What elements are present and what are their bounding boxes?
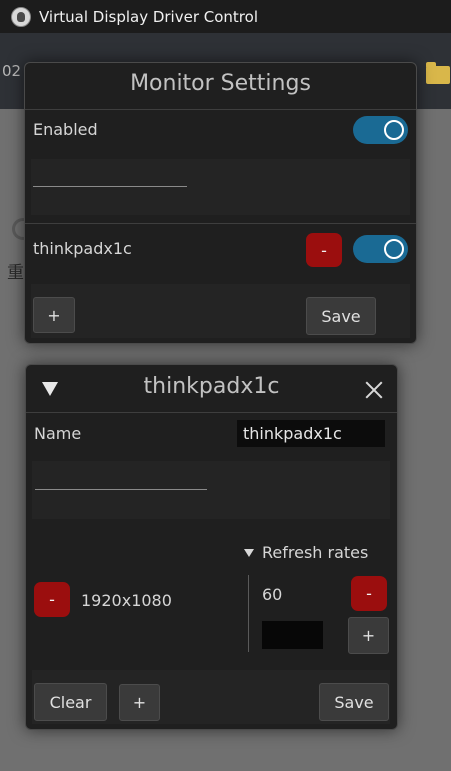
toggle-knob — [384, 239, 404, 259]
clear-button[interactable]: Clear — [34, 683, 107, 721]
toggle-knob — [384, 120, 404, 140]
refresh-rates-separator — [248, 575, 249, 652]
monitor-settings-panel: Monitor Settings Enabled thinkpadx1c - +… — [24, 62, 417, 344]
panel-title: Monitor Settings — [130, 71, 311, 96]
add-monitor-button[interactable]: + — [33, 297, 75, 333]
remove-resolution-button[interactable]: - — [34, 582, 70, 617]
monitor-name: thinkpadx1c — [33, 239, 132, 258]
input-underline — [35, 489, 207, 490]
monitor-enabled-toggle[interactable] — [353, 235, 408, 263]
refresh-rates-expand-icon[interactable] — [244, 549, 254, 557]
refresh-rate-value: 60 — [262, 585, 283, 604]
add-refresh-rate-button[interactable]: + — [348, 617, 389, 654]
monitor-detail-panel: thinkpadx1c Name Refresh rates - 1920x10… — [25, 364, 398, 730]
enabled-toggle[interactable] — [353, 116, 408, 144]
monitor-detail-inset — [32, 461, 390, 519]
save-monitors-button[interactable]: Save — [306, 297, 376, 335]
monitor-settings-header: Monitor Settings — [25, 63, 416, 110]
resolution-value: 1920x1080 — [81, 591, 172, 610]
name-label: Name — [34, 424, 82, 443]
window-title: Virtual Display Driver Control — [39, 7, 258, 26]
save-monitor-button[interactable]: Save — [319, 683, 389, 721]
monitor-detail-header: thinkpadx1c — [26, 365, 397, 413]
background-cjk-text: 重 — [7, 263, 24, 283]
folder-icon — [426, 62, 450, 84]
monitor-settings-inset — [31, 159, 410, 215]
refresh-rates-label: Refresh rates — [262, 543, 369, 562]
close-icon[interactable] — [364, 380, 384, 400]
add-resolution-button[interactable]: + — [119, 684, 160, 721]
input-underline — [33, 186, 187, 187]
background-partial-text: 02 — [2, 62, 22, 80]
app-logo-icon — [11, 6, 31, 27]
new-refresh-rate-input[interactable] — [262, 621, 323, 649]
divider — [25, 223, 416, 224]
monitor-name-input[interactable] — [237, 420, 385, 447]
remove-refresh-rate-button[interactable]: - — [351, 576, 387, 611]
remove-monitor-button[interactable]: - — [306, 233, 342, 267]
panel-title: thinkpadx1c — [143, 374, 280, 399]
enabled-label: Enabled — [33, 120, 98, 139]
window-titlebar: Virtual Display Driver Control — [0, 0, 451, 33]
